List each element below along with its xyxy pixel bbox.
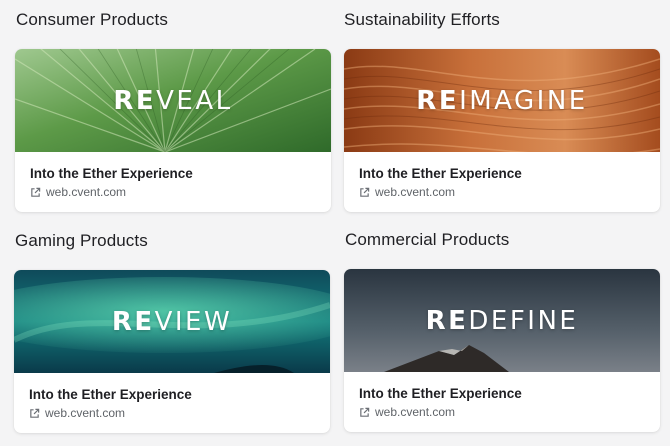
banner-image-sandstone: RE IMAGINE bbox=[344, 49, 660, 152]
banner-image-mountain: RE DEFINE bbox=[344, 269, 660, 372]
external-link-icon bbox=[360, 187, 370, 197]
banner-wordmark: RE DEFINE bbox=[344, 269, 660, 372]
banner-wordmark: RE VIEW bbox=[14, 270, 330, 373]
card-link[interactable]: web.cvent.com bbox=[359, 405, 455, 419]
card-link[interactable]: web.cvent.com bbox=[29, 406, 125, 420]
banner-wordmark: RE IMAGINE bbox=[344, 49, 660, 152]
banner-image-aurora: RE VIEW bbox=[14, 270, 330, 373]
card-title[interactable]: Into the Ether Experience bbox=[359, 386, 522, 401]
card-commercial-products[interactable]: RE DEFINE Into the Ether Experience web.c… bbox=[344, 269, 660, 432]
banner-wordmark-bold: RE bbox=[113, 85, 157, 116]
section-title-gaming-products: Gaming Products bbox=[15, 231, 148, 250]
card-link-text[interactable]: web.cvent.com bbox=[46, 185, 126, 199]
section-title-consumer-products: Consumer Products bbox=[16, 10, 168, 29]
banner-wordmark-light: VEAL bbox=[156, 85, 233, 116]
banner-wordmark-bold: RE bbox=[416, 85, 460, 116]
banner-wordmark-bold: RE bbox=[425, 305, 469, 336]
card-link-text[interactable]: web.cvent.com bbox=[375, 185, 455, 199]
card-sustainability-efforts[interactable]: RE IMAGINE Into the Ether Experience web.… bbox=[344, 49, 660, 212]
external-link-icon bbox=[31, 187, 41, 197]
banner-image-palm-leaf: RE VEAL bbox=[15, 49, 331, 152]
card-link-text[interactable]: web.cvent.com bbox=[375, 405, 455, 419]
card-link[interactable]: web.cvent.com bbox=[30, 185, 126, 199]
banner-wordmark-bold: RE bbox=[111, 306, 155, 337]
section-title-sustainability-efforts: Sustainability Efforts bbox=[344, 10, 500, 29]
banner-wordmark-light: VIEW bbox=[154, 306, 233, 337]
card-link-text[interactable]: web.cvent.com bbox=[45, 406, 125, 420]
banner-wordmark-light: DEFINE bbox=[468, 305, 579, 336]
banner-wordmark: RE VEAL bbox=[15, 49, 331, 152]
card-consumer-products[interactable]: RE VEAL Into the Ether Experience web.cve… bbox=[15, 49, 331, 212]
section-title-commercial-products: Commercial Products bbox=[345, 230, 510, 249]
card-title[interactable]: Into the Ether Experience bbox=[359, 166, 522, 181]
card-gaming-products[interactable]: RE VIEW Into the Ether Experience web.cve… bbox=[14, 270, 330, 433]
external-link-icon bbox=[360, 407, 370, 417]
banner-wordmark-light: IMAGINE bbox=[459, 85, 588, 116]
card-title[interactable]: Into the Ether Experience bbox=[29, 387, 192, 402]
external-link-icon bbox=[30, 408, 40, 418]
card-title[interactable]: Into the Ether Experience bbox=[30, 166, 193, 181]
card-link[interactable]: web.cvent.com bbox=[359, 185, 455, 199]
